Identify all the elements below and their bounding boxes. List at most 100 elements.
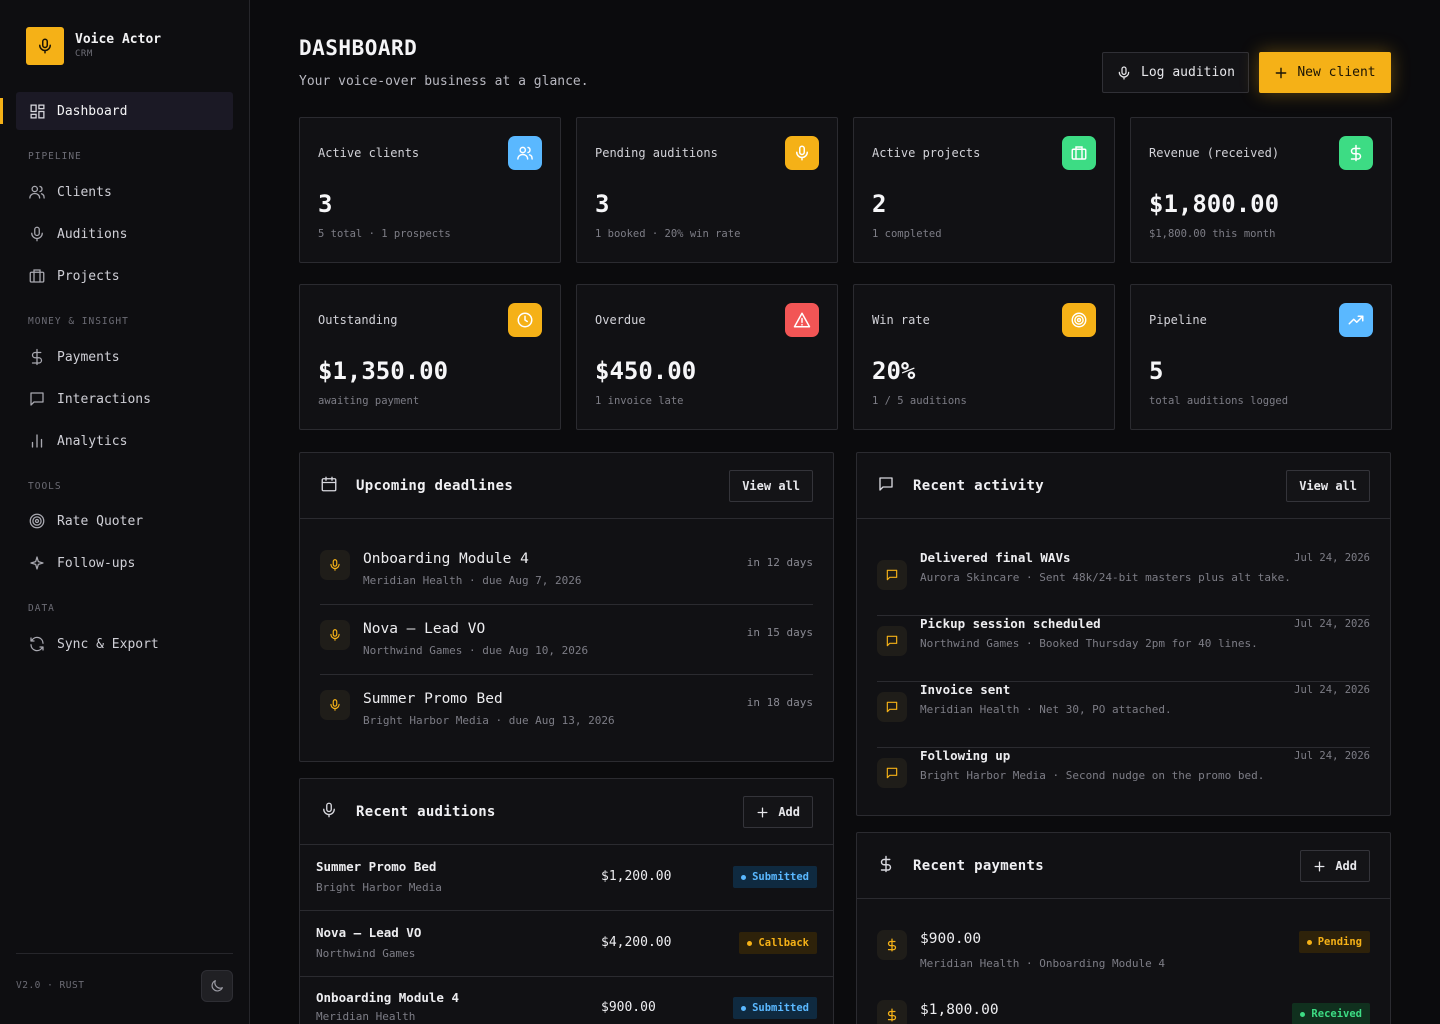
log-audition-button[interactable]: Log audition	[1102, 52, 1249, 93]
stat-value: 3	[318, 190, 333, 218]
plus-icon	[1313, 860, 1335, 873]
panel-title: Upcoming deadlines	[356, 478, 514, 494]
activity-item[interactable]: Invoice sent Meridian Health · Net 30, P…	[877, 682, 1370, 748]
deadline-item[interactable]: Nova — Lead VO Northwind Games · due Aug…	[320, 605, 813, 675]
stat-card-outstanding[interactable]: Outstanding $1,350.00 awaiting payment	[299, 284, 561, 430]
moon-icon	[209, 978, 225, 994]
message-icon	[877, 626, 907, 656]
stat-label: Outstanding	[318, 313, 398, 327]
panel-title: Recent auditions	[356, 804, 496, 820]
add-label: Add	[778, 805, 800, 819]
payment-amount: $1,800.00	[920, 1002, 999, 1018]
sidebar: Voice Actor CRM Dashboard PIPELINE Clien…	[0, 0, 250, 1024]
deadline-sub: Northwind Games · due Aug 10, 2026	[363, 644, 589, 657]
stat-value: 20%	[872, 357, 916, 385]
audition-title: Summer Promo Bed	[316, 859, 437, 874]
sidebar-item-payments[interactable]: Payments	[16, 338, 233, 376]
activity-item[interactable]: Delivered final WAVs Aurora Skincare · S…	[877, 550, 1370, 616]
sidebar-item-rate-quoter[interactable]: Rate Quoter	[16, 502, 233, 540]
sidebar-item-auditions[interactable]: Auditions	[16, 215, 233, 253]
stat-card-revenue[interactable]: Revenue (received) $1,800.00 $1,800.00 t…	[1130, 117, 1392, 263]
add-label: Add	[1335, 859, 1357, 873]
deadline-sub: Meridian Health · due Aug 7, 2026	[363, 574, 582, 587]
audition-client: Meridian Health	[316, 1010, 416, 1023]
activity-date: Jul 24, 2026	[1294, 750, 1370, 762]
deadline-item[interactable]: Onboarding Module 4 Meridian Health · du…	[320, 535, 813, 605]
activity-date: Jul 24, 2026	[1294, 618, 1370, 630]
view-all-button[interactable]: View all	[729, 470, 813, 502]
audition-title: Onboarding Module 4	[316, 990, 459, 1005]
stat-sub: 1 invoice late	[595, 395, 684, 407]
panel-header: Upcoming deadlines View all	[300, 453, 833, 519]
panel-header: Recent auditions Add	[300, 779, 833, 845]
stat-card-pipeline[interactable]: Pipeline 5 total auditions logged	[1130, 284, 1392, 430]
dollar-icon	[877, 930, 907, 960]
mic-icon	[28, 225, 46, 243]
sidebar-item-analytics[interactable]: Analytics	[16, 422, 233, 460]
audition-row[interactable]: Onboarding Module 4 Meridian Health $900…	[300, 976, 833, 1024]
activity-sub: Bright Harbor Media · Second nudge on th…	[920, 769, 1265, 782]
section-money: MONEY & INSIGHT	[28, 316, 129, 327]
sidebar-item-projects[interactable]: Projects	[16, 257, 233, 295]
stat-sub: 1 / 5 auditions	[872, 395, 967, 407]
sidebar-item-sync-export[interactable]: Sync & Export	[16, 625, 233, 663]
sidebar-item-label: Rate Quoter	[57, 513, 144, 529]
deadline-sub: Bright Harbor Media · due Aug 13, 2026	[363, 714, 615, 727]
deadline-title: Summer Promo Bed	[363, 691, 503, 707]
add-audition-button[interactable]: Add	[743, 796, 813, 828]
alert-icon	[785, 303, 819, 337]
sidebar-item-label: Sync & Export	[57, 636, 159, 652]
brand-subtitle: CRM	[75, 49, 93, 59]
payment-row[interactable]: $900.00 Meridian Health · Onboarding Mod…	[877, 915, 1370, 985]
activity-item[interactable]: Following up Bright Harbor Media · Secon…	[877, 748, 1370, 814]
sidebar-item-label: Clients	[57, 184, 112, 200]
calendar-icon	[320, 475, 338, 493]
stat-label: Revenue (received)	[1149, 146, 1280, 160]
view-all-button[interactable]: View all	[1286, 470, 1370, 502]
new-client-label: New client	[1297, 65, 1376, 80]
upcoming-deadlines-panel: Upcoming deadlines View all Onboarding M…	[299, 452, 834, 762]
activity-title: Invoice sent	[920, 682, 1011, 697]
stat-card-overdue[interactable]: Overdue $450.00 1 invoice late	[576, 284, 838, 430]
stat-sub: awaiting payment	[318, 395, 420, 407]
sidebar-item-label: Dashboard	[57, 103, 128, 119]
message-icon	[877, 758, 907, 788]
status-badge: Callback	[739, 932, 817, 954]
stat-card-win-rate[interactable]: Win rate 20% 1 / 5 auditions	[853, 284, 1115, 430]
payment-row[interactable]: $1,800.00 Received	[877, 985, 1370, 1024]
sidebar-item-follow-ups[interactable]: Follow-ups	[16, 544, 233, 582]
sidebar-item-label: Auditions	[57, 226, 128, 242]
mic-icon	[320, 690, 350, 720]
add-payment-button[interactable]: Add	[1300, 850, 1370, 882]
status-badge: Pending	[1298, 931, 1370, 953]
stat-sub: 5 total · 1 prospects	[318, 228, 451, 240]
section-data: DATA	[28, 603, 55, 614]
brand[interactable]: Voice Actor CRM	[26, 27, 161, 65]
activity-title: Following up	[920, 748, 1011, 763]
stat-card-active-projects[interactable]: Active projects 2 1 completed	[853, 117, 1115, 263]
sidebar-item-interactions[interactable]: Interactions	[16, 380, 233, 418]
activity-item[interactable]: Pickup session scheduled Northwind Games…	[877, 616, 1370, 682]
briefcase-icon	[28, 267, 46, 285]
sidebar-item-label: Analytics	[57, 433, 128, 449]
theme-toggle-button[interactable]	[201, 970, 233, 1002]
target-icon	[1062, 303, 1096, 337]
stat-card-active-clients[interactable]: Active clients 3 5 total · 1 prospects	[299, 117, 561, 263]
bar-chart-icon	[28, 432, 46, 450]
section-tools: TOOLS	[28, 481, 62, 492]
deadline-when: in 18 days	[746, 696, 813, 709]
new-client-button[interactable]: New client	[1259, 52, 1391, 93]
panel-header: Recent activity View all	[857, 453, 1390, 519]
stat-card-pending-auditions[interactable]: Pending auditions 3 1 booked · 20% win r…	[576, 117, 838, 263]
stat-label: Active clients	[318, 146, 420, 160]
audition-row[interactable]: Summer Promo Bed Bright Harbor Media $1,…	[300, 845, 833, 911]
stat-value: 3	[595, 190, 610, 218]
audition-row[interactable]: Nova — Lead VO Northwind Games $4,200.00…	[300, 911, 833, 977]
mic-icon	[320, 801, 338, 819]
sidebar-item-dashboard[interactable]: Dashboard	[16, 92, 233, 130]
status-badge: Received	[1292, 1003, 1370, 1024]
dollar-icon	[877, 855, 895, 873]
status-badge: Submitted	[733, 997, 817, 1019]
sidebar-item-clients[interactable]: Clients	[16, 173, 233, 211]
deadline-item[interactable]: Summer Promo Bed Bright Harbor Media · d…	[320, 675, 813, 745]
